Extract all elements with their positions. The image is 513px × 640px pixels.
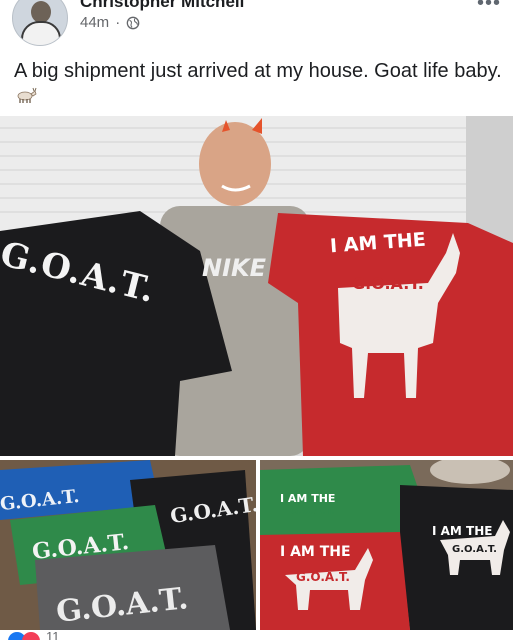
- more-options-button[interactable]: •••: [477, 0, 501, 13]
- avatar[interactable]: [12, 0, 68, 46]
- green-iamthe-line2: G.O.A.T.: [290, 506, 335, 517]
- photo-bottom-left[interactable]: G.O.A.T. G.O.A.T. G.O.A.T. G.O.A.T.: [0, 460, 256, 630]
- post-time[interactable]: 44m: [80, 14, 109, 31]
- green-iamthe-line1: I AM THE: [280, 492, 336, 505]
- post-meta: 44m ·: [80, 14, 140, 31]
- love-icon: [22, 632, 40, 640]
- avatar-body: [21, 21, 61, 45]
- post-header: Christopher Mitchell 44m · •••: [0, 0, 513, 52]
- red-iamthe-line1: I AM THE: [280, 544, 351, 560]
- post-caption: A big shipment just arrived at my house.…: [14, 60, 502, 82]
- goat-emoji-icon: [17, 87, 37, 103]
- avatar-head: [31, 1, 51, 23]
- right-shirt-line2: G.O.A.T.: [352, 274, 424, 293]
- black-iamthe-line2: G.O.A.T.: [452, 544, 497, 555]
- photo-main[interactable]: G.O.A.T. NIKE I AM THE G.O.A.T.: [0, 116, 513, 456]
- reactions-count[interactable]: 11: [46, 631, 60, 640]
- red-iamthe-line2: G.O.A.T.: [296, 570, 350, 584]
- meta-separator: ·: [115, 14, 121, 31]
- photo-bottom-right[interactable]: I AM THE G.O.A.T. I AM THE G.O.A.T. I AM…: [260, 460, 513, 630]
- author-name[interactable]: Christopher Mitchell: [80, 0, 244, 12]
- black-iamthe-line1: I AM THE: [432, 524, 493, 538]
- reactions-summary[interactable]: [8, 630, 48, 640]
- center-shirt-text: NIKE: [202, 254, 267, 282]
- globe-icon[interactable]: [126, 16, 140, 30]
